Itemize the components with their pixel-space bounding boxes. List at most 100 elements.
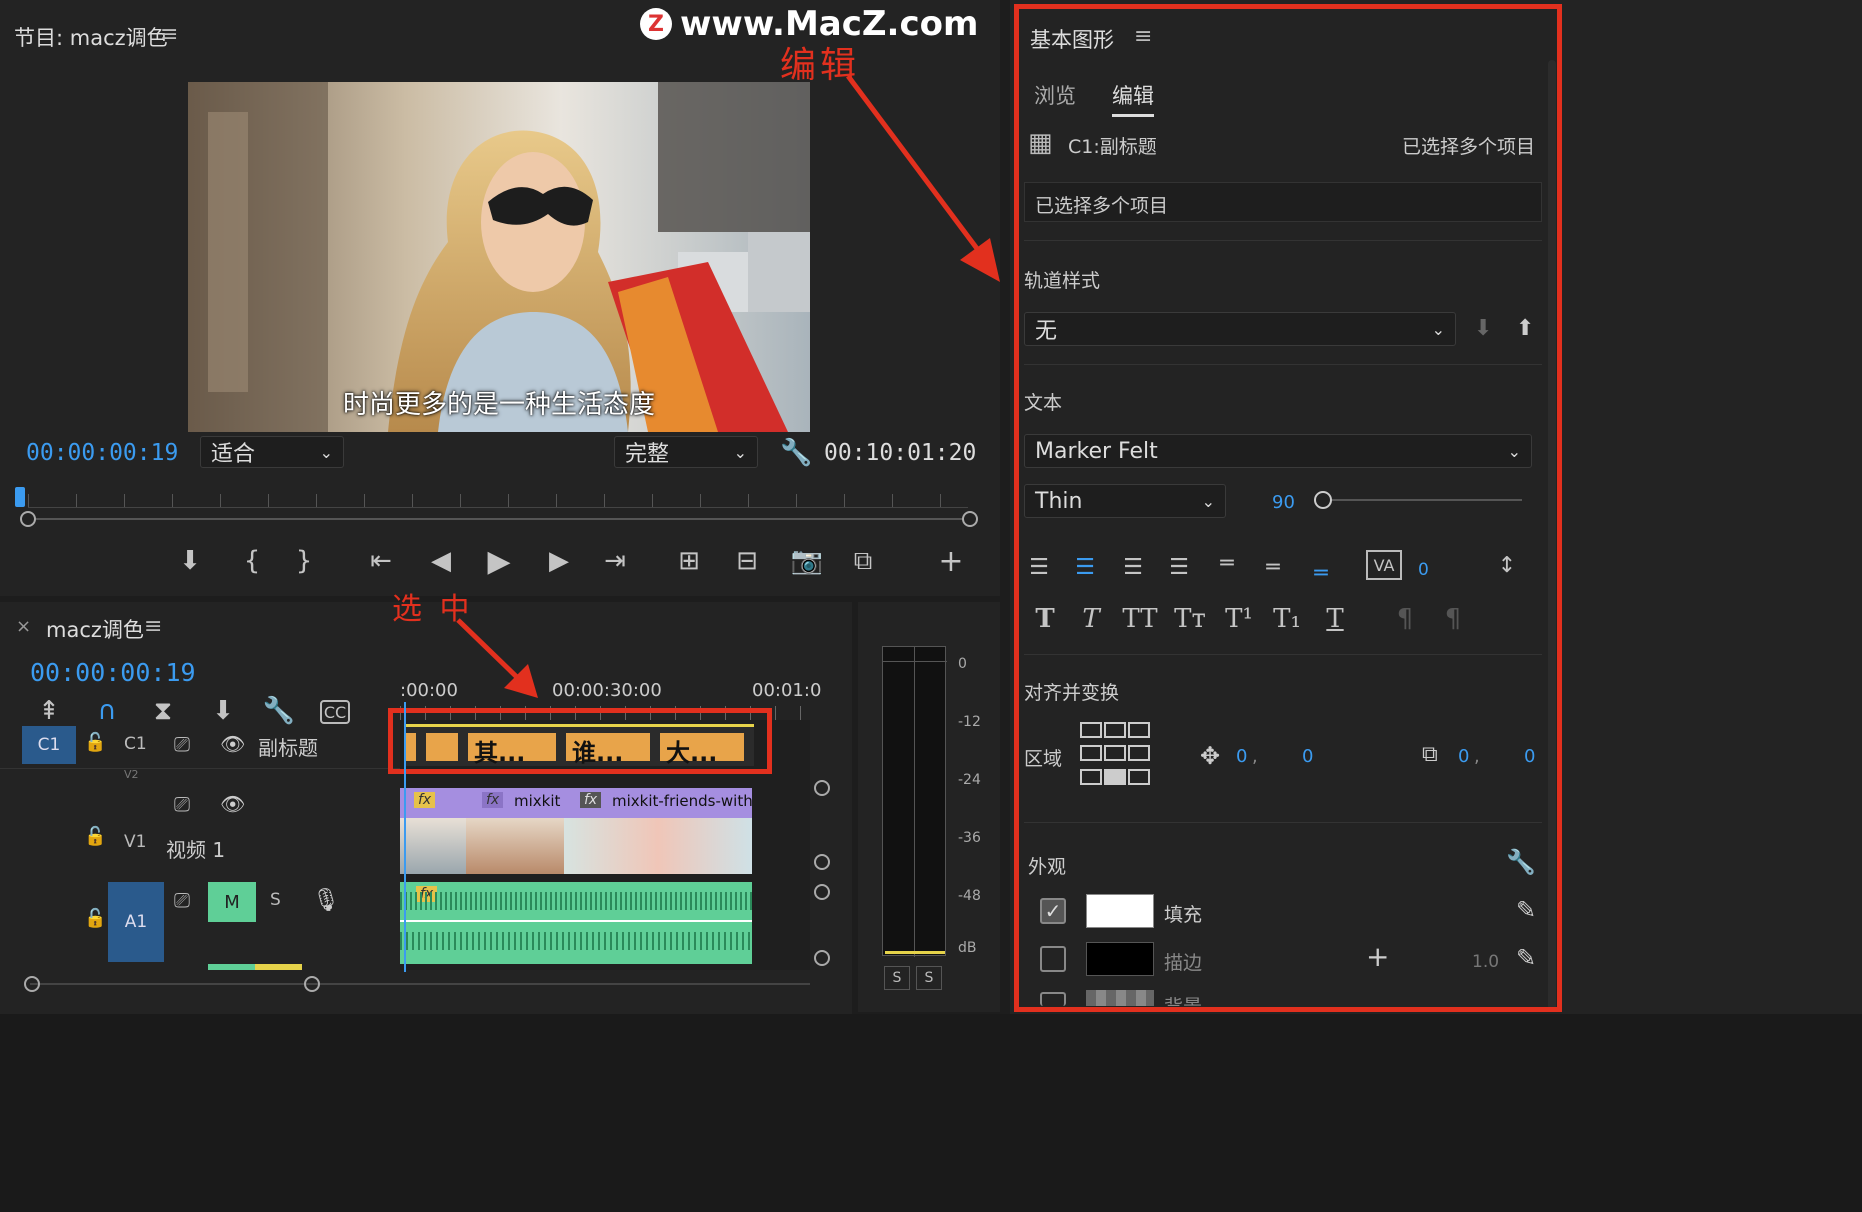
hamburger-menu-icon[interactable]: ≡ [160, 22, 178, 47]
ruler-label-2: 00:01:0 [752, 680, 822, 701]
audio-clip[interactable]: fx [400, 882, 752, 964]
go-to-in-icon[interactable]: ⇤ [366, 546, 396, 576]
solo-button[interactable]: S [270, 890, 281, 910]
sync-lock-icon[interactable]: ⎚ [174, 732, 190, 756]
annotation-arrow-select [456, 618, 538, 698]
current-timecode[interactable]: 00:00:00:19 [26, 440, 178, 466]
track-v2-row [0, 768, 400, 778]
meter-scale-1: -12 [958, 714, 981, 730]
annotation-highlight-panel [1014, 4, 1562, 1012]
fx-badge: fx [414, 792, 436, 808]
timeline-playhead[interactable] [404, 702, 406, 972]
comparison-view-icon[interactable]: ⧉ [846, 546, 880, 576]
audio-meter-panel: 0 -12 -24 -36 -48 dB S S [858, 602, 1000, 1012]
track-scroll-handle[interactable] [814, 950, 830, 966]
waveform-top [400, 892, 752, 910]
meter-scale-2: -24 [958, 772, 981, 788]
snap-magnet-icon[interactable]: ∩ [92, 696, 122, 726]
step-back-icon[interactable]: ◀ [426, 546, 456, 576]
track-v1-name: V1 [124, 832, 147, 852]
lock-icon[interactable]: 🔓 [84, 732, 106, 753]
eye-icon[interactable]: 👁 [220, 732, 245, 756]
mute-button[interactable]: M [208, 882, 256, 922]
add-marker-icon[interactable]: ⬇ [176, 546, 204, 576]
video-preview: 时尚更多的是一种生活态度 [188, 82, 810, 432]
fit-select-value: 适合 [211, 442, 256, 467]
meter-solo-right[interactable]: S [916, 966, 942, 990]
meter-bar [882, 646, 947, 957]
fit-select[interactable]: 适合 ⌄ [200, 436, 344, 468]
track-scroll-handle[interactable] [814, 884, 830, 900]
video-clip-label: mixkit-friends-with- [612, 792, 752, 810]
zoom-scrollbar[interactable] [20, 511, 978, 527]
video-clip-label: mixkit [514, 792, 561, 810]
fx-badge: fx [482, 792, 504, 808]
track-v2-name: V2 [124, 768, 139, 778]
track-c1-name: C1 [124, 734, 147, 754]
audio-level-strip [208, 964, 302, 970]
linked-selection-icon[interactable]: ⧗ [148, 696, 178, 726]
add-button-icon[interactable]: + [936, 544, 966, 579]
play-icon[interactable]: ▶ [484, 544, 514, 579]
add-marker-icon[interactable]: ⬇ [208, 696, 238, 726]
track-v1-label: 视频 1 [166, 838, 226, 862]
eye-icon[interactable]: 👁 [220, 792, 245, 816]
fx-badge: fx [580, 792, 602, 808]
lift-icon[interactable]: ⊞ [672, 546, 706, 576]
chevron-down-icon: ⌄ [319, 442, 333, 462]
captions-icon[interactable]: CC [320, 700, 350, 724]
mark-out-icon[interactable]: } [292, 546, 316, 576]
step-forward-icon[interactable]: ▶ [544, 546, 574, 576]
microphone-icon[interactable]: 🎙 [312, 888, 340, 913]
waveform-bottom [400, 932, 752, 950]
meter-scale-3: -36 [958, 830, 981, 846]
mark-in-icon[interactable]: { [240, 546, 264, 576]
insert-sequence-icon[interactable]: ⇞ [34, 696, 64, 726]
chevron-down-icon: ⌄ [733, 442, 747, 462]
meter-scale-0: 0 [958, 656, 967, 672]
hscroll-handle-right[interactable] [304, 976, 320, 992]
video-frame-image [188, 82, 810, 432]
track-scroll-handle[interactable] [814, 780, 830, 796]
meter-scale-db: dB [958, 940, 977, 956]
timeline-hscroll[interactable] [24, 976, 814, 992]
hamburger-menu-icon[interactable]: ≡ [144, 614, 162, 639]
sequence-tab[interactable]: macz调色 [46, 614, 144, 644]
lock-icon[interactable]: 🔓 [84, 908, 106, 929]
annotation-highlight-clips [388, 708, 772, 774]
scroll-handle-left[interactable] [20, 511, 36, 527]
extract-icon[interactable]: ⊟ [730, 546, 764, 576]
playhead-marker[interactable] [15, 487, 25, 507]
subtitle-overlay: 时尚更多的是一种生活态度 [342, 390, 655, 420]
ruler-label-1: 00:00:30:00 [552, 680, 662, 701]
sync-lock-icon[interactable]: ⎚ [174, 792, 190, 816]
macz-logo-icon: Z [640, 8, 672, 40]
track-a1-target[interactable]: A1 [108, 882, 164, 962]
camera-icon[interactable]: 📷 [790, 546, 824, 576]
bottom-strip [0, 1014, 1862, 1212]
meter-solo-left[interactable]: S [884, 966, 910, 990]
program-monitor-title: 节目: macz调色 [14, 26, 168, 50]
wrench-icon[interactable]: 🔧 [263, 696, 295, 726]
monitor-ruler [28, 494, 968, 508]
video-clip[interactable]: fx mixkit [466, 788, 564, 874]
hscroll-handle-left[interactable] [24, 976, 40, 992]
track-c1-label: 副标题 [258, 736, 318, 760]
duration-timecode: 00:10:01:20 [824, 440, 977, 466]
wrench-icon[interactable]: 🔧 [780, 438, 812, 468]
timeline-timecode[interactable]: 00:00:00:19 [30, 658, 196, 687]
track-scroll-handle[interactable] [814, 854, 830, 870]
lock-icon[interactable]: 🔓 [84, 826, 106, 847]
logo-letter: Z [648, 11, 664, 37]
track-c1-target[interactable]: C1 [22, 726, 76, 764]
scroll-handle-right[interactable] [962, 511, 978, 527]
go-to-out-icon[interactable]: ⇥ [600, 546, 630, 576]
close-tab-icon[interactable]: × [16, 616, 31, 637]
quality-select-value: 完整 [625, 442, 670, 467]
meter-scale-4: -48 [958, 888, 981, 904]
video-clip[interactable]: fx mixkit-friends-with- [564, 788, 752, 874]
annotation-arrow-edit [845, 74, 1000, 282]
video-clip[interactable]: fx [400, 788, 466, 874]
voice-over-icon[interactable]: ⎚ [174, 888, 190, 912]
quality-select[interactable]: 完整 ⌄ [614, 436, 758, 468]
